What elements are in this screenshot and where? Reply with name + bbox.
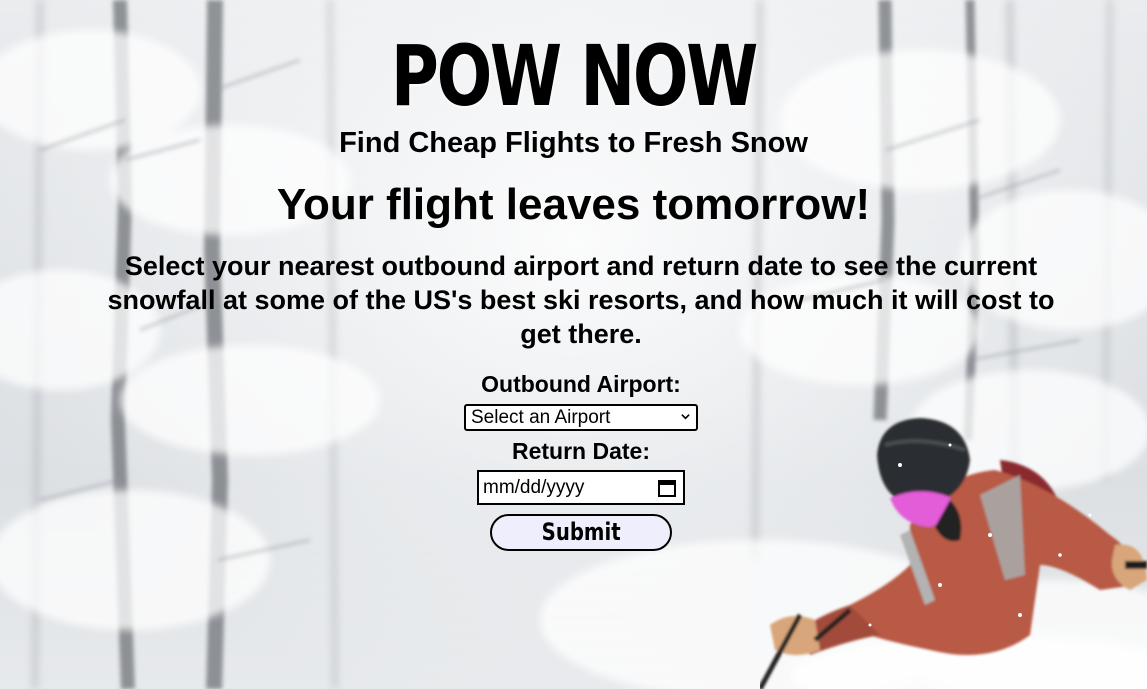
intro-text: Select your nearest outbound airport and… (107, 251, 1055, 349)
submit-button-label: Submit (541, 518, 621, 546)
airport-label: Outbound Airport: (481, 371, 681, 397)
logo: POW NOW (390, 27, 759, 125)
airport-select-value: Select an Airport (471, 407, 611, 428)
return-date-placeholder: mm/dd/yyyy (483, 477, 585, 498)
skier-photo (760, 418, 1147, 689)
airport-select[interactable]: Select an Airport (464, 404, 698, 431)
calendar-icon[interactable] (657, 478, 677, 498)
tagline: Find Cheap Flights to Fresh Snow (339, 127, 808, 159)
return-date-input[interactable]: mm/dd/yyyy (477, 470, 685, 505)
chevron-down-icon (681, 414, 690, 420)
page-title: Your flight leaves tomorrow! (276, 180, 871, 229)
submit-button[interactable]: Submit (490, 514, 672, 551)
